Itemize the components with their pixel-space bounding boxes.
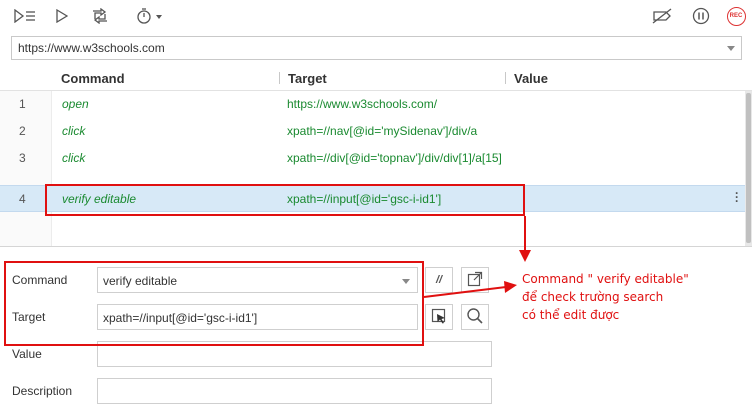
- annotation-line: có thể edit được: [522, 308, 620, 322]
- annotation-line: Command " verify editable": [522, 272, 689, 286]
- annotation-note: Command " verify editable" để check trườ…: [522, 270, 689, 324]
- annotation-line: để check trường search: [522, 290, 664, 304]
- annotation-arrows: [423, 216, 531, 298]
